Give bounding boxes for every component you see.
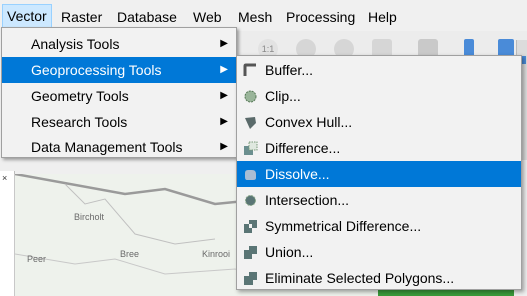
menu-item-data-management-tools[interactable]: Data Management Tools ▶ [2,134,236,160]
menu-help[interactable]: Help [364,5,401,30]
menu-item-intersection[interactable]: Intersection... [237,187,521,213]
close-icon[interactable]: × [2,173,7,183]
menu-item-symmetrical-difference[interactable]: Symmetrical Difference... [237,213,521,239]
menu-item-convex-hull[interactable]: Convex Hull... [237,109,521,135]
menu-vector[interactable]: Vector [2,4,52,29]
chevron-right-icon: ▶ [220,64,228,75]
menu-item-dissolve[interactable]: Dissolve... [237,161,521,187]
vector-menu: Analysis Tools ▶ Geoprocessing Tools ▶ G… [1,27,237,158]
menu-item-clip[interactable]: Clip... [237,83,521,109]
menu-item-analysis-tools[interactable]: Analysis Tools ▶ [2,31,236,57]
menu-item-label: Eliminate Selected Polygons... [265,270,455,286]
intersection-icon [245,195,256,206]
map-label: Bree [120,249,140,259]
difference-icon [244,141,258,155]
menu-mesh[interactable]: Mesh [234,5,276,30]
menu-item-geoprocessing-tools[interactable]: Geoprocessing Tools ▶ [2,57,236,83]
eliminate-icon [244,272,257,285]
symmetrical-difference-icon [244,220,257,233]
buffer-icon [243,63,256,76]
chevron-right-icon: ▶ [220,38,228,49]
dissolve-icon [245,170,256,180]
menu-item-label: Clip... [265,88,301,104]
chevron-right-icon: ▶ [220,141,228,152]
menu-item-eliminate-selected-polygons[interactable]: Eliminate Selected Polygons... [237,265,521,291]
menu-item-label: Symmetrical Difference... [265,218,422,234]
menu-item-label: Union... [265,244,314,260]
menu-item-label: Analysis Tools [31,36,120,52]
map-edge [0,171,15,296]
menu-item-geometry-tools[interactable]: Geometry Tools ▶ [2,83,236,109]
menu-item-label: Geometry Tools [31,88,129,104]
menu-item-label: Research Tools [31,114,128,130]
menu-item-union[interactable]: Union... [237,239,521,265]
map-label: Kinrooi [202,249,231,259]
menu-item-label: Difference... [265,140,341,156]
menu-item-label: Convex Hull... [265,114,353,130]
menu-item-difference[interactable]: Difference... [237,135,521,161]
clip-icon [244,90,257,103]
chevron-right-icon: ▶ [220,90,228,101]
menu-item-label: Buffer... [265,62,313,78]
geoprocessing-submenu: Buffer... Clip... Convex Hull... Differe… [236,55,522,290]
menu-processing[interactable]: Processing [282,5,359,30]
map-label: Peer [27,254,47,264]
menu-item-label: Intersection... [265,192,350,208]
map-label: Bircholt [74,212,105,222]
union-icon [244,246,257,259]
chevron-right-icon: ▶ [220,116,228,127]
convex-hull-icon [245,117,256,129]
menu-item-research-tools[interactable]: Research Tools ▶ [2,109,236,135]
menu-item-label: Data Management Tools [31,139,183,155]
menu-item-buffer[interactable]: Buffer... [237,57,521,83]
menu-item-label: Geoprocessing Tools [31,62,162,78]
menu-item-label: Dissolve... [265,166,330,182]
